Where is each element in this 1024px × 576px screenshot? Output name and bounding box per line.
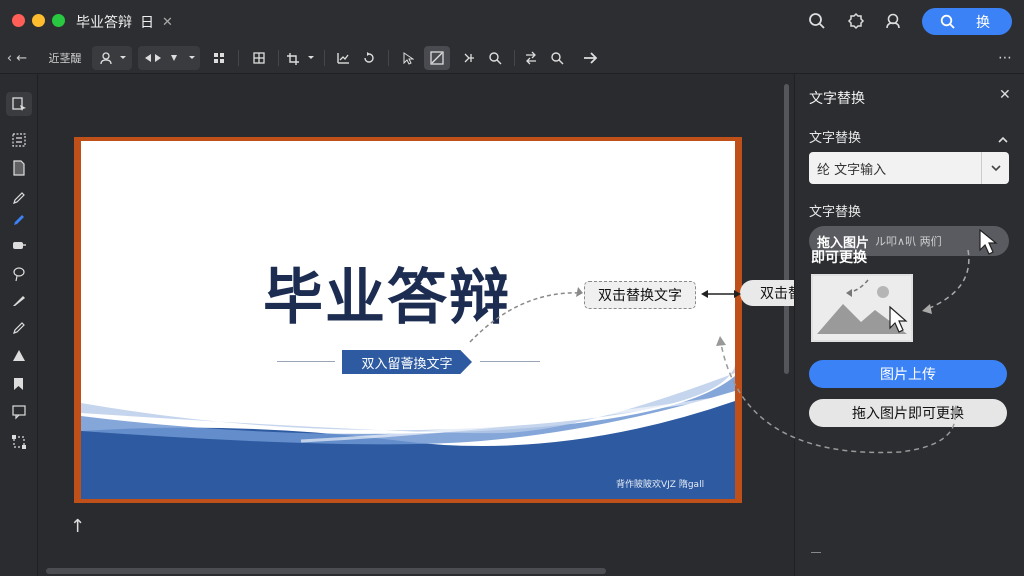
text-box-tool-icon[interactable] (6, 128, 32, 152)
image-replace-icon[interactable] (424, 46, 450, 70)
drop-hint-small: ル叩∧叭 两们 (875, 235, 942, 248)
document-tab[interactable]: 毕业答辩 日 ✕ (76, 12, 173, 32)
slide-subtitle[interactable]: 双入留薈換文字 (342, 350, 472, 374)
panel-title: 文字替换 (809, 91, 865, 107)
replace-action-button[interactable]: 换 (922, 8, 1012, 35)
window-close-button[interactable] (12, 14, 25, 27)
swap-icon[interactable] (520, 46, 542, 70)
slide[interactable]: 毕业答辩 双入留薈換文字 背作陂陂欢VJZ 隋gall (81, 141, 735, 499)
text-input-select[interactable]: 纶 文字输入 (809, 152, 1009, 184)
window-minimize-button[interactable] (32, 14, 45, 27)
toolbar-divider (238, 50, 239, 66)
find-icon[interactable] (546, 46, 568, 70)
horizontal-scroll-thumb[interactable] (46, 568, 606, 574)
chart-icon[interactable] (332, 46, 354, 70)
toolbar-divider (514, 50, 515, 66)
back-forward-nav[interactable]: ‹ ← (4, 46, 30, 70)
tab-close-icon[interactable]: ✕ (162, 15, 173, 30)
page-tool-icon[interactable] (6, 156, 32, 180)
section-heading-text: 文字替换 (809, 131, 862, 146)
paint-tool-icon[interactable] (6, 234, 32, 258)
title-bar: 毕业答辩 日 ✕ 换 (0, 0, 1024, 42)
user-dropdown[interactable] (92, 46, 132, 70)
badge-icon[interactable] (845, 10, 867, 32)
knife-tool-icon[interactable] (6, 288, 32, 312)
drag-replace-button[interactable]: 拖入图片即可更换 (809, 399, 1007, 427)
horizontal-scrollbar[interactable] (38, 566, 780, 576)
select-value: 纶 文字输入 (817, 162, 887, 178)
vertical-scroll-thumb[interactable] (784, 84, 789, 374)
drop-hint-line2: 即可更换 (811, 250, 867, 266)
chevron-down-icon[interactable] (981, 152, 1009, 184)
up-arrow-icon: ↑ (70, 516, 86, 537)
lasso-tool-icon[interactable] (6, 262, 32, 286)
grid-icon[interactable] (208, 46, 230, 70)
text-placeholder-box[interactable]: 双击替换文字 (584, 281, 696, 309)
image-placeholder-icon (813, 276, 911, 340)
panel-close-icon[interactable]: ✕ (999, 87, 1011, 103)
subtitle-rule-left (277, 361, 335, 362)
brush-tool-icon[interactable] (6, 208, 32, 232)
toolbar-divider (388, 50, 389, 66)
link-icon[interactable] (458, 46, 480, 70)
transform-tool-icon[interactable] (6, 430, 32, 454)
document-tag: 日 (140, 15, 154, 31)
table-icon[interactable] (248, 46, 270, 70)
rotate-icon[interactable] (358, 46, 380, 70)
toolbar-divider (278, 50, 279, 66)
select-tool-icon[interactable] (6, 92, 32, 116)
zoom-icon[interactable] (484, 46, 506, 70)
subtitle-rule-right (480, 361, 540, 362)
more-menu[interactable]: ⋯ (994, 46, 1016, 70)
panel-footer-rule (811, 552, 821, 553)
vertical-scrollbar[interactable] (780, 74, 794, 566)
pointer-icon[interactable] (396, 46, 418, 70)
search-icon[interactable] (806, 10, 828, 32)
share-arrow-icon[interactable] (580, 46, 602, 70)
image-thumbnail[interactable] (811, 274, 913, 342)
shape-dropdown[interactable] (138, 46, 200, 70)
crop-dropdown[interactable] (284, 46, 318, 70)
search-icon (940, 14, 955, 29)
shape-tool-icon[interactable] (6, 344, 32, 368)
pencil-tool-icon[interactable] (6, 316, 32, 340)
section-heading-image: 文字替换 (809, 205, 862, 220)
bookmark-tool-icon[interactable] (6, 372, 32, 396)
upload-image-button[interactable]: 图片上传 (809, 360, 1007, 388)
slide-title[interactable]: 毕业答辩 (263, 249, 511, 336)
pen-tool-icon[interactable] (6, 186, 32, 210)
user-icon[interactable] (882, 10, 904, 32)
text-replace-panel: 文字替换 ✕ 文字替换 纶 文字输入 文字替换 拖入图片 ル叩∧叭 两们 即可更… (794, 74, 1024, 576)
comment-tool-icon[interactable] (6, 400, 32, 424)
main-toolbar: ‹ ← 近茎醍 ⋯ (0, 42, 1024, 74)
chevron-up-icon[interactable] (997, 130, 1009, 149)
slide-footer-text[interactable]: 背作陂陂欢VJZ 隋gall (616, 477, 704, 490)
window-zoom-button[interactable] (52, 14, 65, 27)
toolbar-divider (324, 50, 325, 66)
replace-action-label: 换 (976, 14, 990, 31)
document-title: 毕业答辩 (76, 15, 132, 31)
mode-label[interactable]: 近茎醍 (44, 46, 86, 70)
left-tool-strip (0, 74, 38, 576)
